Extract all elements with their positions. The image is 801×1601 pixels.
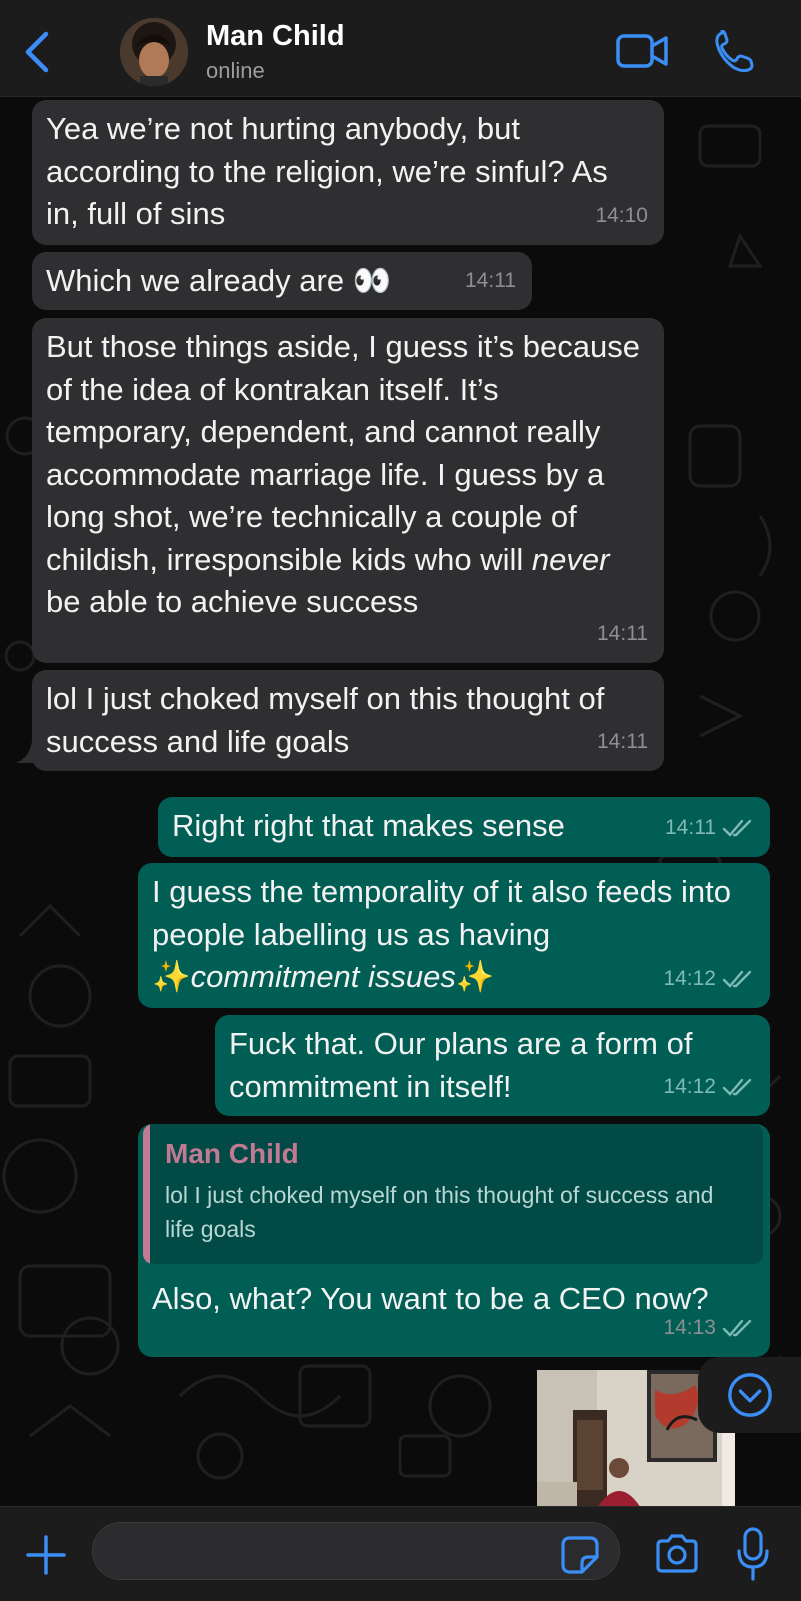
message-text: Right right that makes sense	[172, 808, 565, 843]
message-text-emphasis: commitment issues	[190, 959, 456, 994]
message-text: be able to achieve success	[46, 584, 419, 619]
message-time: 14:13	[663, 1307, 754, 1350]
plus-icon[interactable]	[26, 1535, 66, 1575]
message-time-text: 14:11	[665, 815, 716, 839]
quote-text: lol I just choked myself on this thought…	[165, 1182, 714, 1242]
message-incoming[interactable]: Yea we’re not hurting anybody, but accor…	[32, 100, 664, 245]
message-incoming[interactable]: Which we already are 👀 14:11	[32, 252, 532, 310]
phone-icon[interactable]	[714, 30, 756, 72]
scroll-down-button[interactable]	[698, 1357, 801, 1433]
contact-status: online	[206, 58, 265, 83]
message-text: Which we already are 👀	[46, 263, 392, 298]
quoted-message[interactable]: Man Child lol I just choked myself on th…	[143, 1124, 763, 1264]
message-text: Fuck that. Our plans are a form of commi…	[229, 1026, 693, 1104]
message-time-text: 14:12	[663, 1074, 716, 1098]
message-text: But those things aside, I guess it’s bec…	[46, 329, 640, 577]
message-text: lol I just choked myself on this thought…	[46, 681, 605, 759]
chat-header: Man Child online	[0, 0, 801, 97]
message-outgoing[interactable]: Right right that makes sense 14:11	[158, 797, 770, 857]
read-receipt-icon	[722, 1319, 752, 1337]
message-incoming[interactable]: But those things aside, I guess it’s bec…	[32, 318, 664, 663]
message-outgoing[interactable]: Fuck that. Our plans are a form of commi…	[215, 1015, 770, 1116]
sparkle-emoji: ✨	[152, 959, 191, 994]
message-text: I guess the temporality of it also feeds…	[152, 874, 731, 952]
message-text-emphasis: never	[531, 541, 610, 577]
message-time: 14:10	[595, 203, 648, 227]
message-input-bar	[0, 1506, 801, 1601]
message-input[interactable]	[93, 1523, 619, 1579]
camera-icon[interactable]	[654, 1533, 700, 1575]
message-time: 14:12	[663, 1066, 754, 1109]
message-time: 14:11	[665, 807, 754, 850]
microphone-icon[interactable]	[736, 1527, 770, 1581]
read-receipt-icon	[722, 819, 752, 837]
quote-author: Man Child	[165, 1138, 299, 1169]
video-camera-icon[interactable]	[616, 32, 668, 70]
message-time: 14:11	[597, 621, 648, 645]
message-time: 14:11	[465, 268, 516, 292]
message-time: 14:11	[597, 729, 648, 753]
bubble-tail	[16, 741, 38, 763]
message-field[interactable]	[92, 1522, 620, 1580]
contact-name[interactable]: Man Child	[206, 20, 345, 53]
message-time-text: 14:13	[663, 1315, 716, 1339]
message-text: Also, what? You want to be a CEO now?	[152, 1281, 709, 1316]
chevron-down-circle-icon	[728, 1373, 772, 1417]
sticker-icon[interactable]	[560, 1535, 600, 1575]
message-text: Yea we’re not hurting anybody, but accor…	[46, 111, 608, 231]
reply-text-container: Also, what? You want to be a CEO now? 14…	[138, 1270, 770, 1357]
sparkle-emoji: ✨	[455, 959, 495, 994]
read-receipt-icon	[722, 970, 752, 988]
message-time: 14:12	[663, 958, 754, 1001]
read-receipt-icon	[722, 1078, 752, 1096]
avatar[interactable]	[120, 18, 188, 86]
message-time-text: 14:12	[663, 966, 716, 990]
message-incoming[interactable]: lol I just choked myself on this thought…	[32, 670, 664, 771]
quote-accent-bar	[143, 1124, 150, 1264]
chevron-left-icon[interactable]	[22, 30, 52, 74]
message-outgoing[interactable]: I guess the temporality of it also feeds…	[138, 863, 770, 1008]
